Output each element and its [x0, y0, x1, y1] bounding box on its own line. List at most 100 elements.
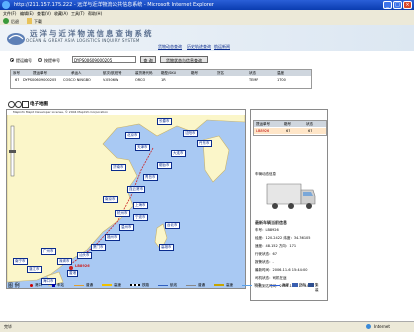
nav-history-track[interactable]: 历史轨迹查询: [187, 44, 211, 50]
map-place: 长春市: [157, 118, 172, 125]
ie-icon: [2, 1, 10, 9]
download-icon[interactable]: [27, 18, 32, 24]
zoom-out-icon[interactable]: [15, 101, 22, 108]
zoom-slider-thumb: [9, 150, 16, 153]
radio-by-bill[interactable]: [38, 58, 42, 62]
panel-table: 提运单号 箱号 状态 LB8926 67 67: [253, 120, 327, 136]
map-place: 湛江市: [27, 266, 42, 273]
info-line: 车号：LB8926: [255, 228, 279, 232]
map-place: 台北市: [165, 222, 180, 229]
legend-railway-icon: [130, 284, 140, 286]
table-cell: V.0506W: [103, 78, 119, 82]
map-legend: 图 例 港口 车站 普通 高速 铁路 航线 普通 高速 河流 海岸 货车 集装: [8, 282, 319, 296]
radio-label-bill: 按提单号: [44, 58, 60, 63]
info-line: 经度：120.2422 纬度：34.36105: [255, 236, 311, 240]
map-place: 沈阳市: [183, 130, 198, 137]
legend-normal-road-icon: [74, 285, 84, 286]
status-done: 完毕: [4, 324, 12, 329]
vehicle-image-caption: 车辆动态信息: [255, 172, 276, 176]
col-header: 承运人: [71, 71, 82, 75]
map-place: 济南市: [111, 164, 126, 171]
legend-truck-icon: [292, 283, 298, 287]
legend-highway-icon: [102, 284, 112, 286]
maximize-button[interactable]: □: [393, 1, 402, 9]
legend-item: 货车: [299, 283, 306, 287]
status-zone: Internet: [374, 324, 390, 329]
col-header: 提运单号: [256, 122, 270, 126]
highlight-vehicle-label: LB8926: [75, 264, 90, 268]
table-cell: ORCO: [135, 78, 146, 82]
window-title: http://211.157.175.222 - 远洋与近洋物流公共信息系统 -…: [14, 2, 214, 8]
map-label: 电子地图: [30, 102, 48, 107]
vehicle-info-panel: 提运单号 箱号 状态 LB8926 67 67 车辆动态信息 最新车辆当前信息 …: [250, 109, 328, 301]
tracking-number-input[interactable]: DYPS00609000205: [72, 56, 136, 63]
map-place: 杭州市: [115, 210, 130, 217]
table-cell: 67: [286, 129, 291, 133]
legend-highway2-icon: [214, 284, 224, 286]
col-header: 状态: [306, 122, 313, 126]
table-cell: 67: [15, 78, 20, 82]
zoom-in-icon[interactable]: [8, 101, 15, 108]
menu-bar: 文件(F) 编辑(E) 查看(V) 收藏(A) 工具(T) 帮助(H): [0, 10, 414, 17]
table-header-row: 序号 提运单号 承运人 航次/航班号 装货港代码 箱型/SKU 箱号 货名 状态…: [11, 70, 311, 76]
legend-coast-icon: [270, 285, 280, 286]
panel-table-header: 提运单号 箱号 状态: [254, 121, 326, 127]
map-place: 丹东市: [197, 140, 212, 147]
map-place: 深圳市: [57, 258, 72, 265]
col-header: 装货港代码: [135, 71, 153, 75]
legend-sea-route-icon: [158, 285, 168, 286]
legend-item: 车站: [57, 283, 64, 287]
legend-port-icon: [30, 284, 33, 287]
nav-news[interactable]: 航运新闻: [214, 44, 230, 50]
nav-cargo-tracking[interactable]: 货物动态查询: [158, 44, 182, 50]
table-cell: 1T00: [277, 78, 286, 82]
back-icon[interactable]: [3, 18, 9, 24]
table-row[interactable]: 67 DYPS00609000205 COSCO NINGBO V.0506W …: [11, 77, 311, 83]
info-line: 司机状态：司机在途: [255, 276, 287, 280]
site-banner: 远洋与近洋物流信息查询系统 OCEAN & GREAT ASIA LOGISTI…: [0, 25, 414, 51]
table-cell: LB8926: [256, 129, 270, 133]
legend-title: 图 例: [8, 283, 20, 289]
info-line: 最新时间：2006-11-6 15:44:00: [255, 268, 308, 272]
map-place: 南京市: [103, 196, 118, 203]
radio-label-transport-id: 提运编号: [16, 58, 32, 63]
col-header: 温度: [277, 71, 284, 75]
map-place: 温州市: [119, 224, 134, 231]
legend-item: 港口: [35, 283, 42, 287]
legend-item: 海岸: [282, 283, 289, 287]
close-button[interactable]: ×: [403, 1, 412, 9]
legend-item: 河流: [254, 283, 261, 287]
map-place: 汕头市: [77, 252, 92, 259]
legend-item: 集装: [315, 283, 319, 292]
legend-normal2-icon: [186, 285, 196, 286]
map-place: 南宁市: [13, 258, 28, 265]
truck-icon: [266, 183, 316, 209]
map-place: 大连市: [171, 150, 186, 157]
map-place: 香港: [67, 270, 78, 277]
table-cell: DYPS00609000205: [23, 78, 57, 82]
legend-item: 普通: [86, 283, 93, 287]
map-place: 福州市: [105, 234, 120, 241]
search-button[interactable]: 查 询: [140, 56, 156, 63]
col-header: 箱型/SKU: [161, 71, 177, 75]
internet-zone-icon: [366, 324, 371, 329]
pan-icon[interactable]: [22, 101, 29, 108]
status-bar: 完毕 Internet: [0, 321, 414, 332]
banner-title-en: OCEAN & GREAT ASIA LOGISTICS INQUIRY SYS…: [26, 38, 140, 43]
info-title: 最新车辆当前信息: [255, 220, 287, 225]
legend-container-icon: [308, 283, 314, 287]
cargo-status-button[interactable]: 货物状态与信息查询: [160, 56, 208, 63]
col-header: 序号: [13, 71, 20, 75]
col-header: 航次/航班号: [103, 71, 122, 75]
electronic-map[interactable]: Mapinfo MapX Developer License, © 2004 M…: [6, 109, 246, 289]
col-header: 货名: [217, 71, 224, 75]
table-row[interactable]: LB8926 67 67: [254, 128, 326, 134]
map-place: 宁波市: [133, 214, 148, 221]
minimize-button[interactable]: _: [383, 1, 392, 9]
legend-item: 高速: [114, 283, 121, 287]
radio-by-transport-id[interactable]: [10, 58, 14, 62]
table-cell: TEMP: [249, 78, 259, 82]
col-header: 箱号: [191, 71, 198, 75]
window-titlebar: http://211.157.175.222 - 远洋与近洋物流公共信息系统 -…: [0, 0, 414, 10]
map-copyright: Mapinfo MapX Developer License, © 2004 M…: [13, 110, 109, 114]
